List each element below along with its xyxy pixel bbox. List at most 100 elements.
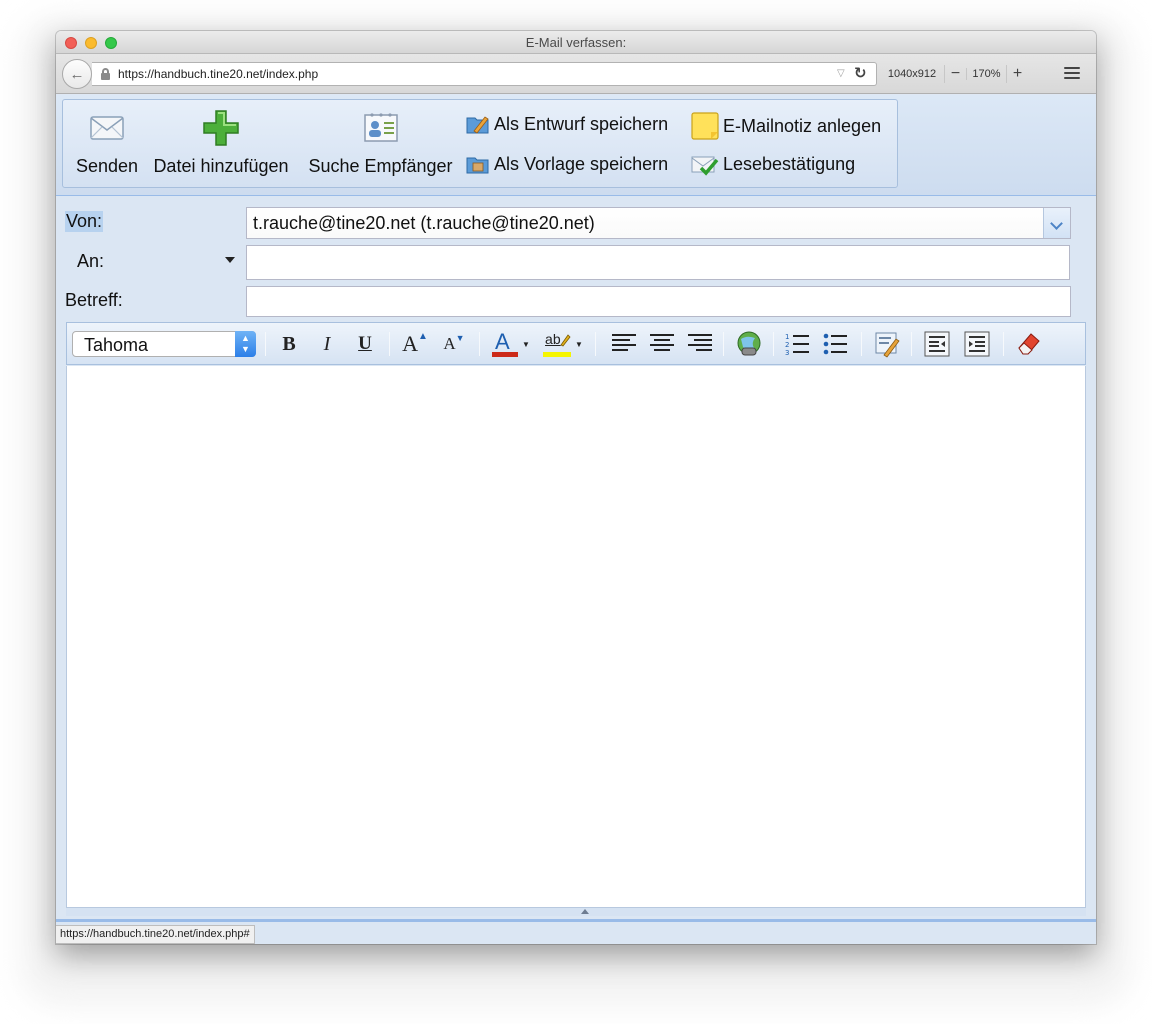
send-envelope-icon <box>87 108 127 148</box>
create-note-button[interactable]: E-Mailnotiz anlegen <box>691 112 881 140</box>
toolbar-separator <box>1003 332 1004 356</box>
shrink-font-icon: A <box>443 334 456 353</box>
align-left-icon <box>612 334 636 354</box>
compose-dialog: Senden Datei hinzufügen Suche Empfänger <box>56 95 1096 944</box>
eraser-icon <box>1018 333 1040 355</box>
url-text[interactable]: https://handbuch.tine20.net/index.php <box>118 67 318 81</box>
indent-icon <box>964 331 990 357</box>
highlight-color-button[interactable]: ab ▼ <box>541 330 585 358</box>
message-body-editor[interactable] <box>66 366 1086 908</box>
zoom-level[interactable]: 170% <box>966 68 1006 80</box>
editor-toolbar: Tahoma ▲ ▼ B I U A ▲ A ▼ A ▼ ab ▼ 1 2 3 <box>66 322 1086 365</box>
edit-source-icon <box>875 332 900 358</box>
font-family-select[interactable]: Tahoma ▲ ▼ <box>72 331 256 357</box>
read-receipt-button[interactable]: Lesebestätigung <box>691 152 855 176</box>
outdent-button[interactable] <box>921 330 953 358</box>
from-combobox[interactable]: t.rauche@tine20.net (t.rauche@tine20.net… <box>246 207 1071 239</box>
search-recipients-button[interactable]: Suche Empfänger <box>303 108 458 177</box>
font-family-value: Tahoma <box>84 335 149 355</box>
insert-link-button[interactable] <box>733 330 765 358</box>
url-history-dropdown-icon[interactable]: ▽ <box>837 68 845 79</box>
status-bar-url: https://handbuch.tine20.net/index.php# <box>56 925 255 944</box>
attach-file-label: Datei hinzufügen <box>153 156 289 176</box>
create-note-label: E-Mailnotiz anlegen <box>723 115 882 136</box>
viewport-controls: 1040x912 − 170% + <box>880 61 1050 87</box>
arrow-left-icon: ← <box>69 65 85 83</box>
read-receipt-label: Lesebestätigung <box>723 153 856 174</box>
send-button[interactable]: Senden <box>71 108 143 177</box>
from-label: Von: <box>65 211 104 232</box>
toolbar-separator <box>773 332 774 356</box>
from-value: t.rauche@tine20.net (t.rauche@tine20.net… <box>253 213 595 233</box>
svg-text:3: 3 <box>785 349 789 357</box>
numbered-list-icon: 123 <box>785 333 809 357</box>
title-bar: E-Mail verfassen: <box>56 31 1096 54</box>
decrease-font-size-button[interactable]: A ▼ <box>439 330 469 358</box>
to-label: An: <box>77 251 105 271</box>
align-left-button[interactable] <box>609 330 639 358</box>
grow-font-icon: A <box>402 331 418 356</box>
svg-text:2: 2 <box>785 341 789 349</box>
browser-window: E-Mail verfassen: ← https://handbuch.tin… <box>56 31 1096 944</box>
align-right-icon <box>688 334 712 354</box>
compose-form: Von: t.rauche@tine20.net (t.rauche@tine2… <box>56 197 1096 944</box>
unordered-list-button[interactable] <box>821 330 851 358</box>
attach-file-button[interactable]: Datei hinzufügen <box>148 108 294 177</box>
align-right-button[interactable] <box>685 330 715 358</box>
bold-button[interactable]: B <box>275 330 303 358</box>
source-edit-button[interactable] <box>871 330 903 358</box>
toolbar-separator <box>479 332 480 356</box>
pen-icon <box>560 334 571 347</box>
address-book-icon <box>361 108 401 148</box>
align-center-button[interactable] <box>647 330 677 358</box>
arrow-up-icon: ▲ <box>417 331 428 342</box>
folder-pencil-icon <box>466 112 490 136</box>
dropdown-caret-icon: ▼ <box>522 339 530 349</box>
save-draft-button[interactable]: Als Entwurf speichern <box>466 112 668 136</box>
to-input[interactable] <box>246 245 1070 280</box>
arrow-down-icon: ▼ <box>455 333 465 343</box>
font-color-swatch <box>492 352 519 357</box>
plus-icon <box>201 108 241 148</box>
italic-button[interactable]: I <box>313 330 341 358</box>
caret-down-icon[interactable] <box>225 257 235 263</box>
window-title: E-Mail verfassen: <box>525 35 627 50</box>
reload-icon[interactable]: ↻ <box>854 64 867 82</box>
font-color-button[interactable]: A ▼ <box>489 329 533 358</box>
save-template-label: Als Vorlage speichern <box>494 153 669 174</box>
save-template-button[interactable]: Als Vorlage speichern <box>466 152 668 176</box>
hamburger-menu-icon[interactable] <box>1064 67 1080 81</box>
lock-icon <box>101 68 110 80</box>
toolbar-separator <box>723 332 724 356</box>
search-recipients-label: Suche Empfänger <box>308 156 453 176</box>
sticky-note-icon <box>691 112 719 140</box>
zoom-out-button[interactable]: − <box>944 65 966 83</box>
toolbar-separator <box>595 332 596 356</box>
select-arrows-icon: ▲ ▼ <box>235 331 256 357</box>
address-bar[interactable]: https://handbuch.tine20.net/index.php ▽ … <box>92 62 877 86</box>
highlight-swatch <box>543 352 572 357</box>
panel-border <box>56 919 1096 922</box>
increase-font-size-button[interactable]: A ▲ <box>399 330 431 358</box>
dropdown-caret-icon: ▼ <box>575 339 583 349</box>
indent-button[interactable] <box>961 330 993 358</box>
align-center-icon <box>650 334 674 354</box>
ordered-list-button[interactable]: 123 <box>783 330 813 358</box>
outdent-icon <box>924 331 950 357</box>
subject-input[interactable] <box>246 286 1071 317</box>
resize-handle[interactable] <box>66 908 1086 916</box>
toolbar-separator <box>389 332 390 356</box>
remove-formatting-button[interactable] <box>1013 330 1045 358</box>
compose-toolbar: Senden Datei hinzufügen Suche Empfänger <box>56 95 1096 196</box>
svg-text:1: 1 <box>785 333 789 341</box>
save-draft-label: Als Entwurf speichern <box>494 113 669 134</box>
folder-template-icon <box>466 152 490 176</box>
back-button[interactable]: ← <box>62 59 92 89</box>
chevron-down-icon[interactable] <box>1043 208 1070 238</box>
action-button-group: Senden Datei hinzufügen Suche Empfänger <box>62 99 898 188</box>
navigation-bar: ← https://handbuch.tine20.net/index.php … <box>56 54 1096 94</box>
toolbar-separator <box>861 332 862 356</box>
window-size-readout: 1040x912 <box>887 68 937 80</box>
zoom-in-button[interactable]: + <box>1006 65 1028 83</box>
underline-button[interactable]: U <box>351 330 379 358</box>
